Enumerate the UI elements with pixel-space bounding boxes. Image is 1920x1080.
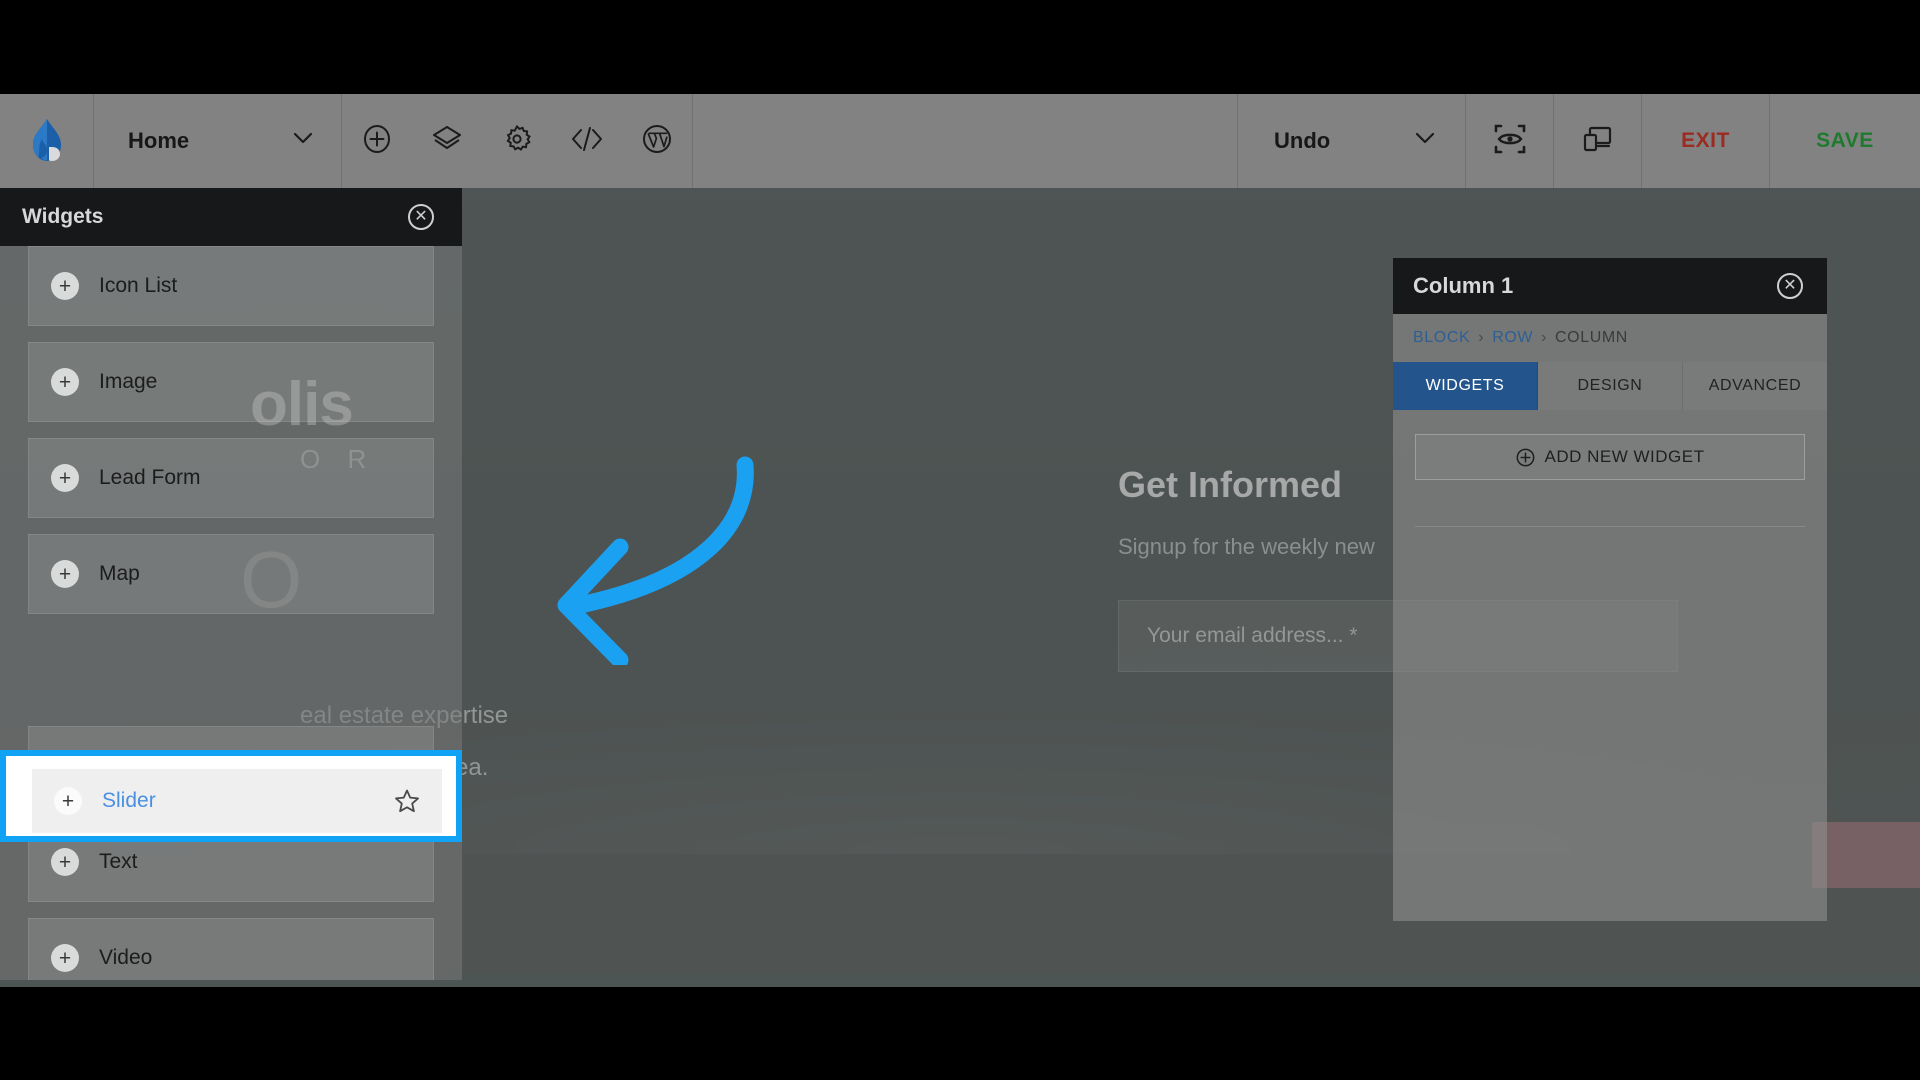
responsive-mode-button[interactable] bbox=[1554, 94, 1642, 188]
exit-button[interactable]: EXIT bbox=[1642, 94, 1770, 188]
column-panel-tabs: WIDGETS DESIGN ADVANCED bbox=[1393, 362, 1827, 410]
widget-item-label: Map bbox=[99, 562, 140, 585]
widget-item-slider[interactable]: + Slider bbox=[32, 769, 442, 833]
widget-item-lead-form[interactable]: + Lead Form bbox=[28, 438, 434, 518]
panel-divider bbox=[1415, 526, 1805, 527]
list-gap bbox=[28, 710, 434, 726]
column-panel-header: Column 1 ✕ bbox=[1393, 258, 1827, 314]
plus-icon: + bbox=[51, 368, 79, 396]
plus-icon: + bbox=[54, 787, 82, 815]
newsletter-submit-button[interactable] bbox=[1812, 822, 1920, 888]
plus-icon: + bbox=[51, 944, 79, 972]
column-panel-body: ADD NEW WIDGET bbox=[1393, 410, 1827, 551]
save-button[interactable]: SAVE bbox=[1770, 94, 1920, 188]
curved-arrow-left-icon bbox=[470, 455, 770, 669]
column-panel-title: Column 1 bbox=[1413, 273, 1514, 298]
chevron-down-icon bbox=[1415, 132, 1435, 150]
breadcrumb-item-row[interactable]: ROW bbox=[1492, 329, 1533, 347]
gear-icon bbox=[502, 124, 532, 159]
add-new-widget-button[interactable]: ADD NEW WIDGET bbox=[1415, 434, 1805, 480]
builder-toolbar: Home Undo EXIT SAVE bbox=[0, 94, 1920, 188]
undo-dropdown[interactable]: Undo bbox=[1238, 94, 1466, 188]
eye-preview-icon bbox=[1493, 123, 1527, 160]
widget-item-slider-label: Slider bbox=[102, 789, 156, 812]
plus-icon: + bbox=[51, 464, 79, 492]
tab-advanced[interactable]: ADVANCED bbox=[1683, 362, 1827, 410]
page-selector-label: Home bbox=[128, 128, 190, 153]
widget-item-image[interactable]: + Image bbox=[28, 342, 434, 422]
undo-label: Undo bbox=[1274, 128, 1331, 153]
letterbox-top bbox=[0, 0, 1920, 94]
widgets-panel-title: Widgets bbox=[22, 205, 104, 228]
gear-icon-button[interactable] bbox=[482, 94, 552, 188]
widget-item-label: Icon List bbox=[99, 274, 178, 297]
list-gap bbox=[28, 518, 434, 534]
preview-button[interactable] bbox=[1466, 94, 1554, 188]
responsive-device-icon bbox=[1582, 124, 1614, 159]
add-circle-icon-button[interactable] bbox=[342, 94, 412, 188]
widget-item-slider-highlight[interactable]: + Slider bbox=[0, 750, 462, 842]
screen-root: olis O R O eal estate expertise ea. Get … bbox=[0, 0, 1920, 1080]
chevron-down-icon bbox=[293, 132, 313, 150]
widget-item-map[interactable]: + Map bbox=[28, 534, 434, 614]
breadcrumb-item-block[interactable]: BLOCK bbox=[1413, 329, 1470, 347]
flame-logo-icon bbox=[30, 118, 64, 164]
close-circle-icon[interactable]: ✕ bbox=[408, 204, 434, 230]
brand-logo-button[interactable] bbox=[0, 94, 94, 188]
tab-design[interactable]: DESIGN bbox=[1538, 362, 1683, 410]
star-outline-icon[interactable] bbox=[394, 788, 420, 814]
breadcrumb-item-column: COLUMN bbox=[1555, 329, 1628, 346]
add-circle-icon bbox=[362, 124, 392, 159]
list-gap bbox=[28, 614, 434, 630]
widget-item-label: Image bbox=[99, 370, 158, 393]
code-icon-button[interactable] bbox=[552, 94, 622, 188]
plus-icon: + bbox=[51, 560, 79, 588]
list-gap bbox=[28, 422, 434, 438]
widgets-panel: Widgets ✕ + Icon List + Image + Lead For… bbox=[0, 188, 462, 1080]
tab-widgets[interactable]: WIDGETS bbox=[1393, 362, 1538, 410]
widget-item-label: Text bbox=[99, 850, 138, 873]
wordpress-icon bbox=[642, 124, 672, 159]
close-circle-icon[interactable]: ✕ bbox=[1777, 273, 1803, 299]
letterbox-bottom bbox=[0, 1012, 1920, 1080]
toolbar-icon-group bbox=[342, 94, 693, 188]
widget-item-label: Lead Form bbox=[99, 466, 201, 489]
code-icon bbox=[570, 126, 604, 157]
toolbar-spacer bbox=[693, 94, 1238, 188]
breadcrumb: BLOCK › ROW › COLUMN bbox=[1393, 314, 1827, 362]
page-selector[interactable]: Home bbox=[94, 94, 342, 188]
breadcrumb-separator: › bbox=[1478, 329, 1485, 346]
add-new-widget-label: ADD NEW WIDGET bbox=[1544, 447, 1705, 466]
column-settings-panel: Column 1 ✕ BLOCK › ROW › COLUMN WIDGETS … bbox=[1393, 258, 1827, 921]
widget-item-label: Video bbox=[99, 946, 153, 969]
widget-item-icon-list[interactable]: + Icon List bbox=[28, 246, 434, 326]
list-gap bbox=[28, 902, 434, 918]
plus-circle-icon bbox=[1516, 448, 1535, 467]
widgets-list[interactable]: + Icon List + Image + Lead Form + Map + bbox=[0, 246, 462, 980]
widget-item-video[interactable]: + Video bbox=[28, 918, 434, 980]
plus-icon: + bbox=[51, 848, 79, 876]
widgets-panel-header: Widgets ✕ bbox=[0, 188, 462, 246]
plus-icon: + bbox=[51, 272, 79, 300]
wordpress-icon-button[interactable] bbox=[622, 94, 692, 188]
layers-icon-button[interactable] bbox=[412, 94, 482, 188]
breadcrumb-separator: › bbox=[1541, 329, 1548, 346]
layers-icon bbox=[431, 124, 463, 159]
list-gap bbox=[28, 326, 434, 342]
